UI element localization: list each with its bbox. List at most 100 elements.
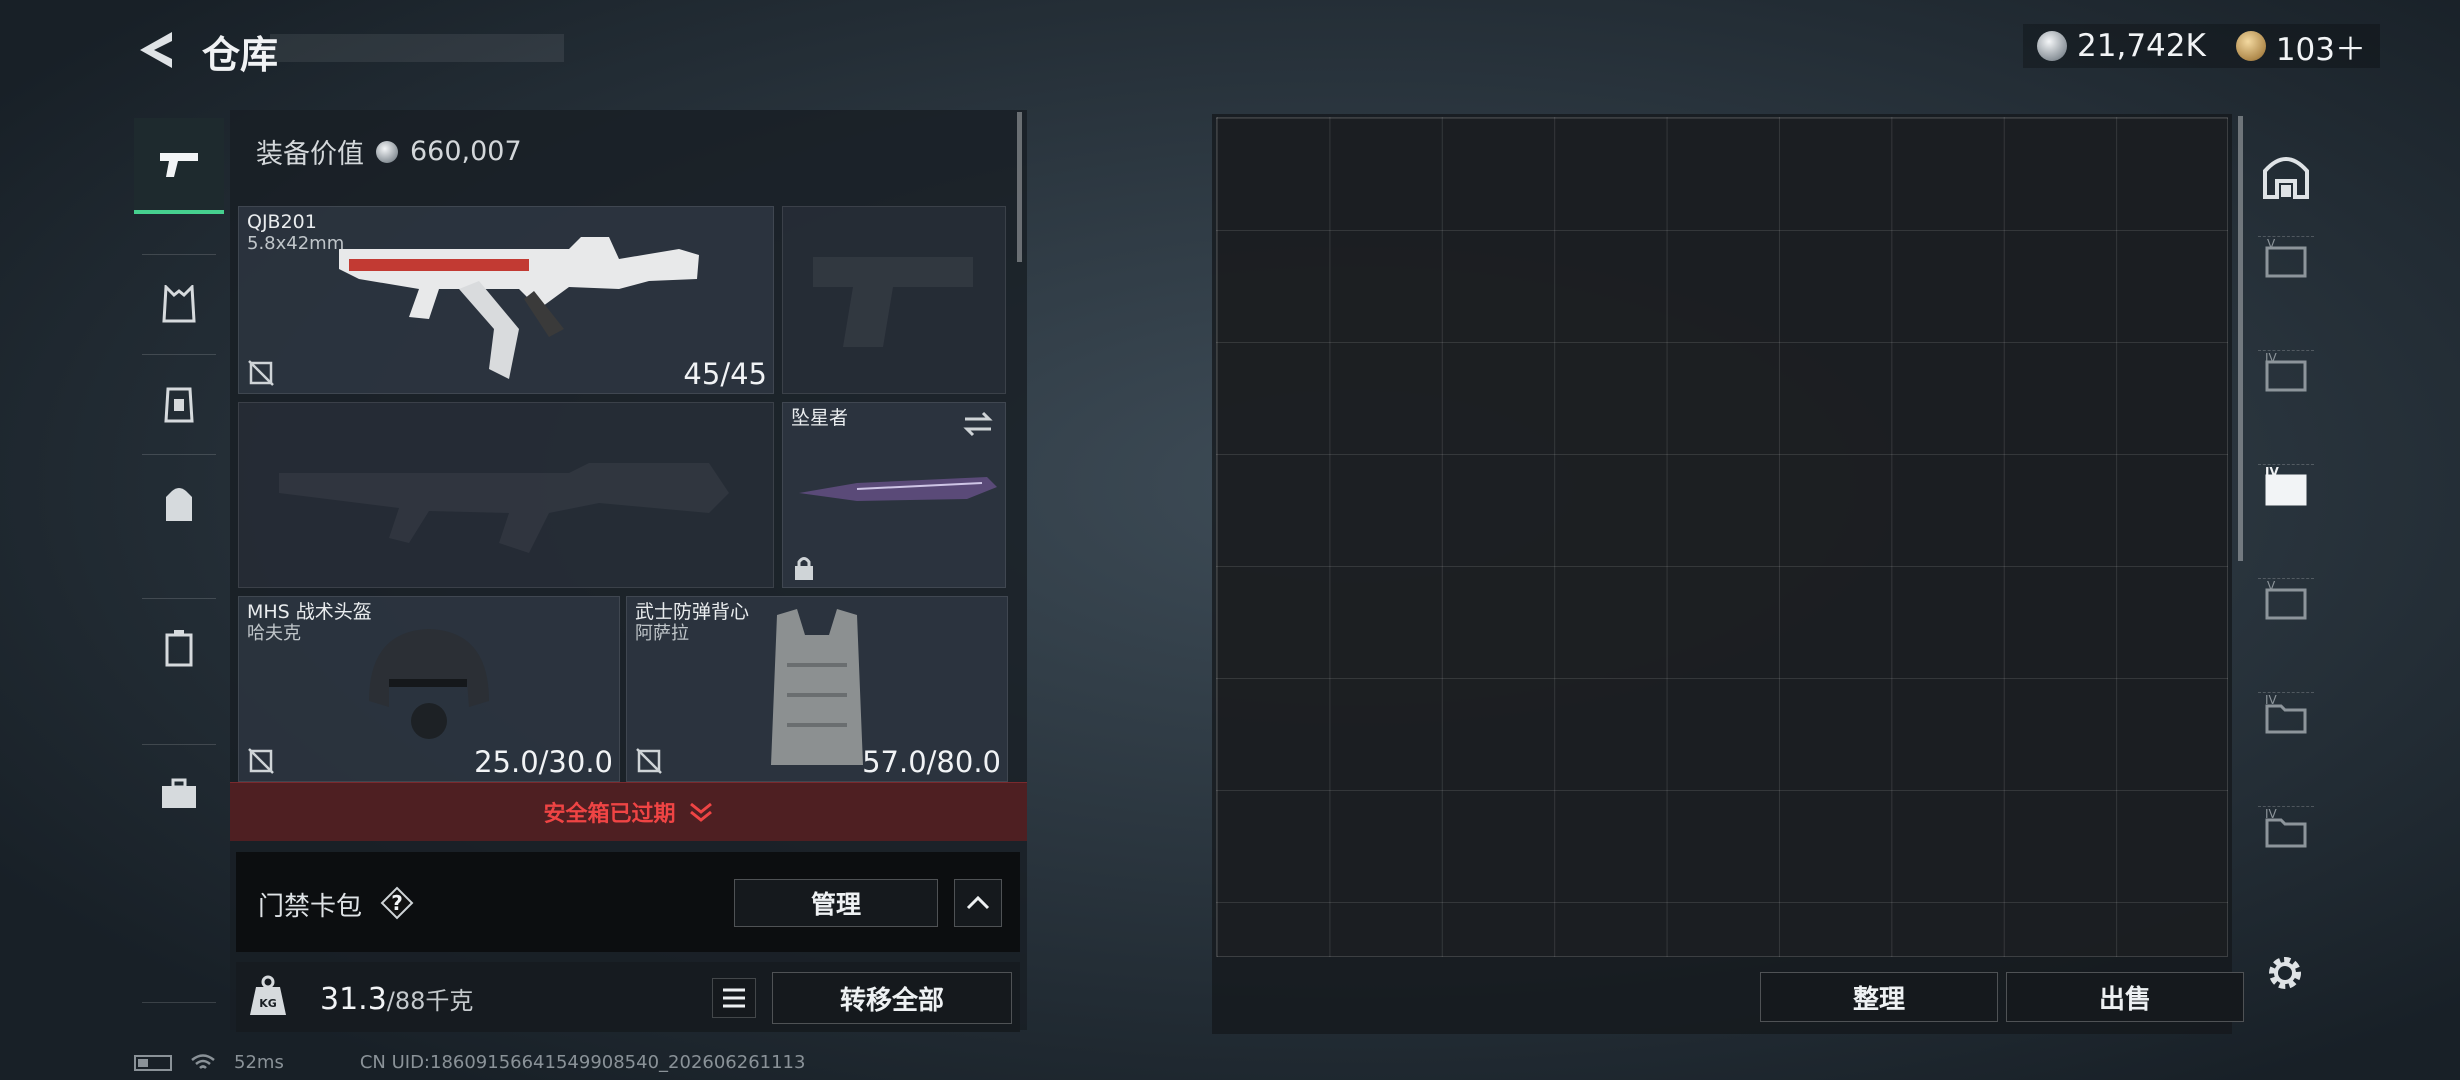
svg-text:?: ? — [391, 891, 403, 915]
rail-tab-backpack[interactable] — [134, 456, 224, 551]
battery-icon — [134, 1054, 172, 1071]
svg-text:IV: IV — [2265, 465, 2279, 479]
svg-text:KG: KG — [259, 997, 277, 1010]
vest-slot[interactable]: 武士防弹背心 阿萨拉 57.0/80.0 — [626, 596, 1008, 782]
sort-button[interactable]: 整理 — [1760, 972, 1998, 1022]
equip-value-label: 装备价值 — [256, 139, 364, 170]
category-rail — [134, 108, 224, 1003]
swap-icon[interactable] — [961, 411, 995, 437]
vest-durability: 57.0/80.0 — [862, 745, 1001, 779]
currency-bar: 21,742K 103＋ — [2023, 24, 2380, 68]
rail-tab-toolbox[interactable] — [134, 746, 224, 841]
backpack-icon — [166, 487, 192, 521]
no-insure-icon — [636, 748, 662, 774]
rifle-placeholder-icon — [279, 463, 729, 553]
gear-icon[interactable] — [2264, 952, 2306, 994]
svg-text:IV: IV — [2265, 351, 2278, 365]
svg-text:V: V — [2267, 237, 2276, 251]
vault-tab-1[interactable]: V — [2248, 202, 2324, 316]
weight-readout: 31.3/88千克 — [320, 981, 473, 1017]
rail-tab-rig[interactable] — [134, 256, 224, 351]
weight-kg-icon: KG — [250, 975, 286, 1015]
vault-iv-folder-icon: IV — [2265, 693, 2307, 734]
vault-tab-6[interactable]: IV — [2248, 772, 2324, 886]
manage-button[interactable]: 管理 — [734, 879, 938, 927]
list-view-button[interactable] — [712, 978, 756, 1018]
list-icon — [723, 988, 745, 1008]
latency: 52ms — [234, 1052, 284, 1073]
chevron-up-icon — [966, 895, 990, 910]
transfer-all-button[interactable]: 转移全部 — [772, 972, 1012, 1024]
secondary-weapon-slot[interactable] — [238, 402, 774, 588]
loadout-scrollbar[interactable] — [1017, 112, 1022, 262]
vault-iv-active-icon: IV — [2265, 465, 2307, 506]
silver-coin-icon — [2037, 31, 2068, 61]
silver-coin-icon — [376, 140, 398, 163]
alert-text: 安全箱已过期 — [543, 802, 676, 827]
user-uid: CN UID:18609156641549908540_202606261113 — [359, 1052, 806, 1073]
helmet-name: MHS 战术头盔 — [247, 601, 372, 623]
keycard-label: 门禁卡包 — [258, 892, 363, 922]
vault-tab-2[interactable]: IV — [2248, 316, 2324, 430]
gold-coin-icon — [2235, 31, 2266, 61]
no-insure-icon — [248, 360, 274, 386]
weapon-name: QJB201 — [247, 211, 317, 233]
helmet-faction: 哈夫克 — [247, 623, 301, 644]
sidearm-slot[interactable] — [782, 206, 1006, 394]
knife-image — [799, 477, 997, 501]
helmet-durability: 25.0/30.0 — [474, 745, 613, 779]
weapon-ammo-count: 45/45 — [683, 357, 767, 391]
sell-button[interactable]: 出售 — [2006, 972, 2244, 1022]
title-decoration — [270, 34, 564, 62]
pistol-icon — [160, 153, 198, 177]
vault-rail: V IV IV V IV IV — [2248, 118, 2324, 958]
melee-name: 坠星者 — [791, 407, 849, 429]
rail-tab-armor[interactable] — [134, 356, 224, 451]
page-title: 仓库 — [202, 33, 279, 77]
rail-tab-case[interactable] — [134, 600, 224, 695]
pistol-placeholder-icon — [813, 257, 973, 347]
vault-tab-4[interactable]: V — [2248, 544, 2324, 658]
case-icon — [165, 629, 193, 666]
rail-tab-weapons[interactable] — [134, 118, 224, 214]
weight-max: /88千克 — [386, 987, 474, 1015]
wifi-icon — [191, 1053, 215, 1069]
vault-v-icon: V — [2265, 237, 2307, 278]
equip-value-amount: 660,007 — [410, 136, 522, 167]
vault-iv-icon: IV — [2265, 351, 2307, 392]
svg-text:V: V — [2267, 579, 2276, 593]
primary-weapon-slot[interactable]: QJB201 5.8x42mm 45/45 — [238, 206, 774, 394]
double-chevron-down-icon — [689, 802, 712, 822]
help-icon[interactable]: ? — [380, 886, 414, 920]
vault-iv-folder2-icon: IV — [2265, 807, 2307, 848]
storage-scrollbar[interactable] — [2238, 116, 2243, 561]
vault-tab-3-active[interactable]: IV — [2248, 430, 2324, 544]
safe-box-expired-banner[interactable]: 安全箱已过期 — [230, 782, 1027, 841]
equip-value: 装备价值 660,007 — [256, 132, 522, 171]
toolbox-icon — [162, 778, 196, 808]
weight-current: 31.3 — [320, 982, 387, 1017]
vest-name: 武士防弹背心 — [635, 601, 750, 623]
status-bar: 52ms CN UID:18609156641549908540_2026062… — [134, 1052, 805, 1073]
collapse-button[interactable] — [954, 879, 1002, 927]
vest-rig-icon — [162, 284, 196, 322]
svg-text:IV: IV — [2265, 693, 2278, 707]
rifle-image — [339, 237, 699, 379]
vault-tab-5[interactable]: IV — [2248, 658, 2324, 772]
weapon-ammo-type: 5.8x42mm — [247, 233, 345, 254]
armor-icon — [164, 387, 194, 422]
gold-currency-value[interactable]: 103＋ — [2276, 24, 2366, 69]
silver-currency-value: 21,742K — [2077, 28, 2206, 64]
vault-v2-icon: V — [2265, 579, 2307, 620]
storage-grid[interactable] — [1216, 117, 2228, 957]
svg-text:IV: IV — [2265, 807, 2278, 821]
back-arrow-icon[interactable] — [132, 28, 180, 72]
storage-main-icon — [2263, 157, 2309, 199]
helmet-image — [369, 629, 489, 739]
no-insure-icon — [248, 748, 274, 774]
vest-faction: 阿萨拉 — [635, 623, 689, 644]
helmet-slot[interactable]: MHS 战术头盔 哈夫克 25.0/30.0 — [238, 596, 620, 782]
vest-image — [771, 609, 863, 765]
lock-icon — [795, 557, 813, 580]
melee-slot[interactable]: 坠星者 — [782, 402, 1006, 588]
